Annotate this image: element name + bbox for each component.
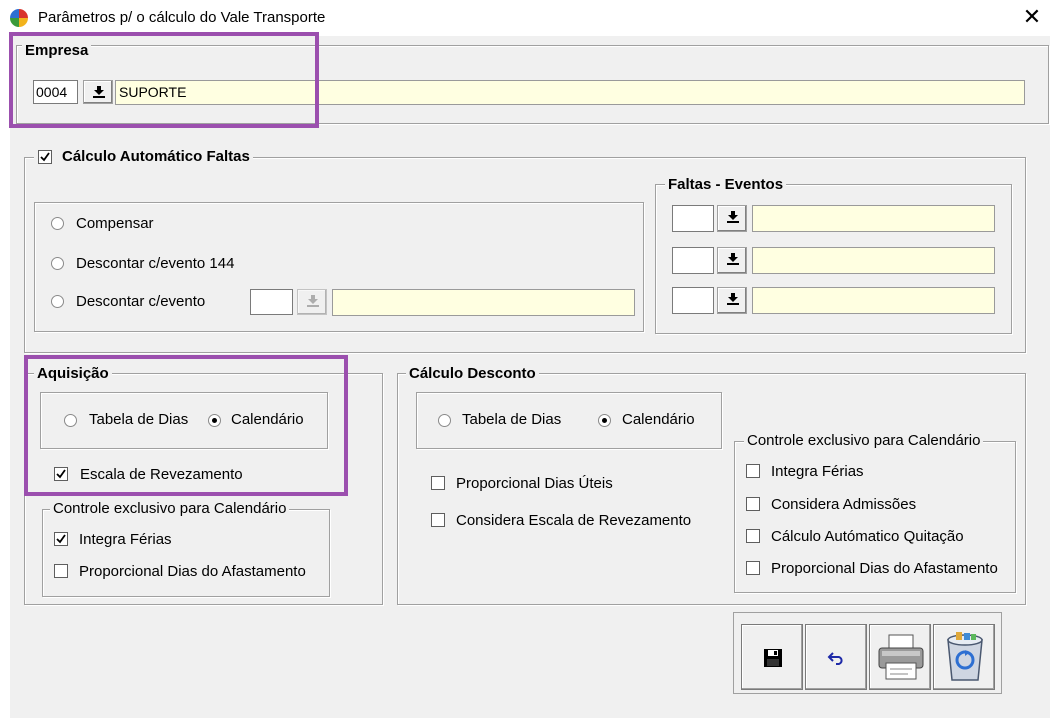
falta-evento-3-code[interactable] — [672, 287, 714, 314]
radio-desconto-calendario[interactable] — [598, 414, 611, 427]
label-desconto-calendario: Calendário — [622, 411, 695, 428]
title-bar: Parâmetros p/ o cálculo do Vale Transpor… — [0, 0, 1050, 36]
radio-desconto-tabela[interactable] — [438, 414, 451, 427]
desconto-proporcional-afastamento-checkbox[interactable] — [746, 561, 760, 575]
label-calculo-quitacao: Cálculo Autómatico Quitação — [771, 528, 964, 545]
falta-evento-2-desc — [752, 247, 995, 274]
label-proporcional-afastamento: Proporcional Dias do Afastamento — [79, 563, 306, 580]
desconto-controle-legend: Controle exclusivo para Calendário — [744, 432, 984, 450]
download-arrow-icon — [307, 295, 319, 307]
download-arrow-icon — [727, 253, 739, 265]
falta-evento-1-lookup[interactable] — [717, 205, 747, 232]
falta-evento-2-lookup[interactable] — [717, 247, 747, 274]
calc-faltas-legend: Cálculo Automático Faltas — [34, 148, 253, 166]
window-title: Parâmetros p/ o cálculo do Vale Transpor… — [38, 9, 326, 26]
faltas-eventos-legend: Faltas - Eventos — [665, 176, 787, 194]
highlight-aquisicao — [24, 355, 348, 496]
label-desconto-tabela: Tabela de Dias — [462, 411, 562, 428]
considera-admissoes-checkbox[interactable] — [746, 497, 760, 511]
delete-button[interactable] — [933, 624, 995, 690]
label-considera-escala: Considera Escala de Revezamento — [456, 512, 692, 529]
radio-descontar-144[interactable] — [51, 257, 64, 270]
aquisicao-controle-legend: Controle exclusivo para Calendário — [50, 500, 290, 518]
evento-code-input[interactable] — [250, 289, 293, 315]
radio-compensar[interactable] — [51, 217, 64, 230]
proporcional-afastamento-checkbox[interactable] — [54, 564, 68, 578]
save-icon — [764, 649, 782, 667]
aquisicao-controle-group — [42, 509, 330, 597]
falta-evento-1-desc — [752, 205, 995, 232]
label-descontar-evento: Descontar c/evento — [76, 293, 206, 310]
recycle-bin-icon — [947, 632, 983, 681]
save-button[interactable] — [741, 624, 803, 690]
proporcional-uteis-checkbox[interactable] — [431, 476, 445, 490]
undo-button[interactable] — [805, 624, 867, 690]
download-arrow-icon — [727, 293, 739, 305]
download-arrow-icon — [727, 211, 739, 223]
label-descontar-144: Descontar c/evento 144 — [76, 255, 235, 272]
app-icon — [10, 9, 28, 27]
considera-escala-checkbox[interactable] — [431, 513, 445, 527]
falta-evento-3-desc — [752, 287, 995, 314]
label-proporcional-uteis: Proporcional Dias Úteis — [456, 475, 613, 492]
radio-descontar-evento[interactable] — [51, 295, 64, 308]
close-icon[interactable]: ✕ — [1018, 4, 1046, 30]
label-desconto-proporcional-afastamento: Proporcional Dias do Afastamento — [771, 560, 998, 577]
falta-evento-3-lookup[interactable] — [717, 287, 747, 314]
check-icon — [56, 534, 66, 544]
falta-evento-2-code[interactable] — [672, 247, 714, 274]
label-considera-admissoes: Considera Admissões — [771, 496, 917, 513]
evento-lookup-button[interactable] — [297, 289, 327, 315]
evento-desc-field — [332, 289, 635, 316]
highlight-empresa — [9, 32, 319, 128]
undo-icon — [827, 652, 843, 665]
integra-ferias-checkbox[interactable] — [54, 532, 68, 546]
calculo-quitacao-checkbox[interactable] — [746, 529, 760, 543]
label-desconto-integra-ferias: Integra Férias — [771, 463, 864, 480]
label-integra-ferias: Integra Férias — [79, 531, 172, 548]
toolbar — [741, 624, 995, 690]
print-button[interactable] — [869, 624, 931, 690]
falta-evento-1-code[interactable] — [672, 205, 714, 232]
calc-faltas-checkbox[interactable] — [38, 150, 52, 164]
label-compensar: Compensar — [76, 215, 154, 232]
check-icon — [40, 152, 50, 162]
desconto-integra-ferias-checkbox[interactable] — [746, 464, 760, 478]
printer-icon — [878, 634, 924, 680]
calc-desconto-legend: Cálculo Desconto — [406, 365, 539, 383]
